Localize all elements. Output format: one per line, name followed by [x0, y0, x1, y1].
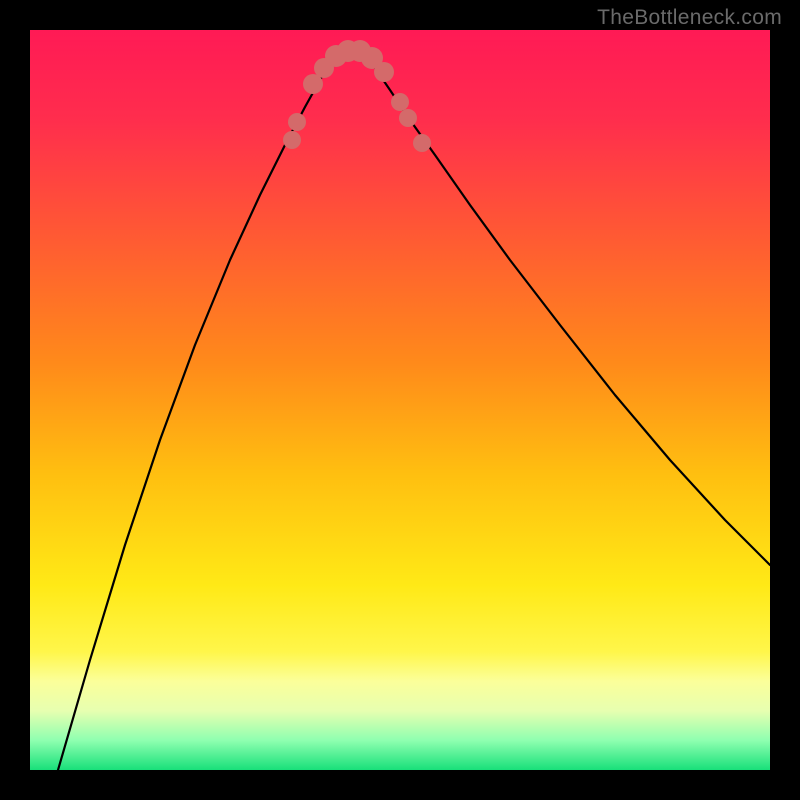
valley-marker — [391, 93, 409, 111]
gradient-background — [30, 30, 770, 770]
chart-container: TheBottleneck.com — [0, 0, 800, 800]
valley-marker — [413, 134, 431, 152]
valley-marker — [399, 109, 417, 127]
valley-marker — [283, 131, 301, 149]
valley-marker — [288, 113, 306, 131]
watermark-text: TheBottleneck.com — [597, 6, 782, 30]
chart-svg — [30, 30, 770, 770]
plot-area — [30, 30, 770, 770]
valley-marker — [374, 62, 394, 82]
